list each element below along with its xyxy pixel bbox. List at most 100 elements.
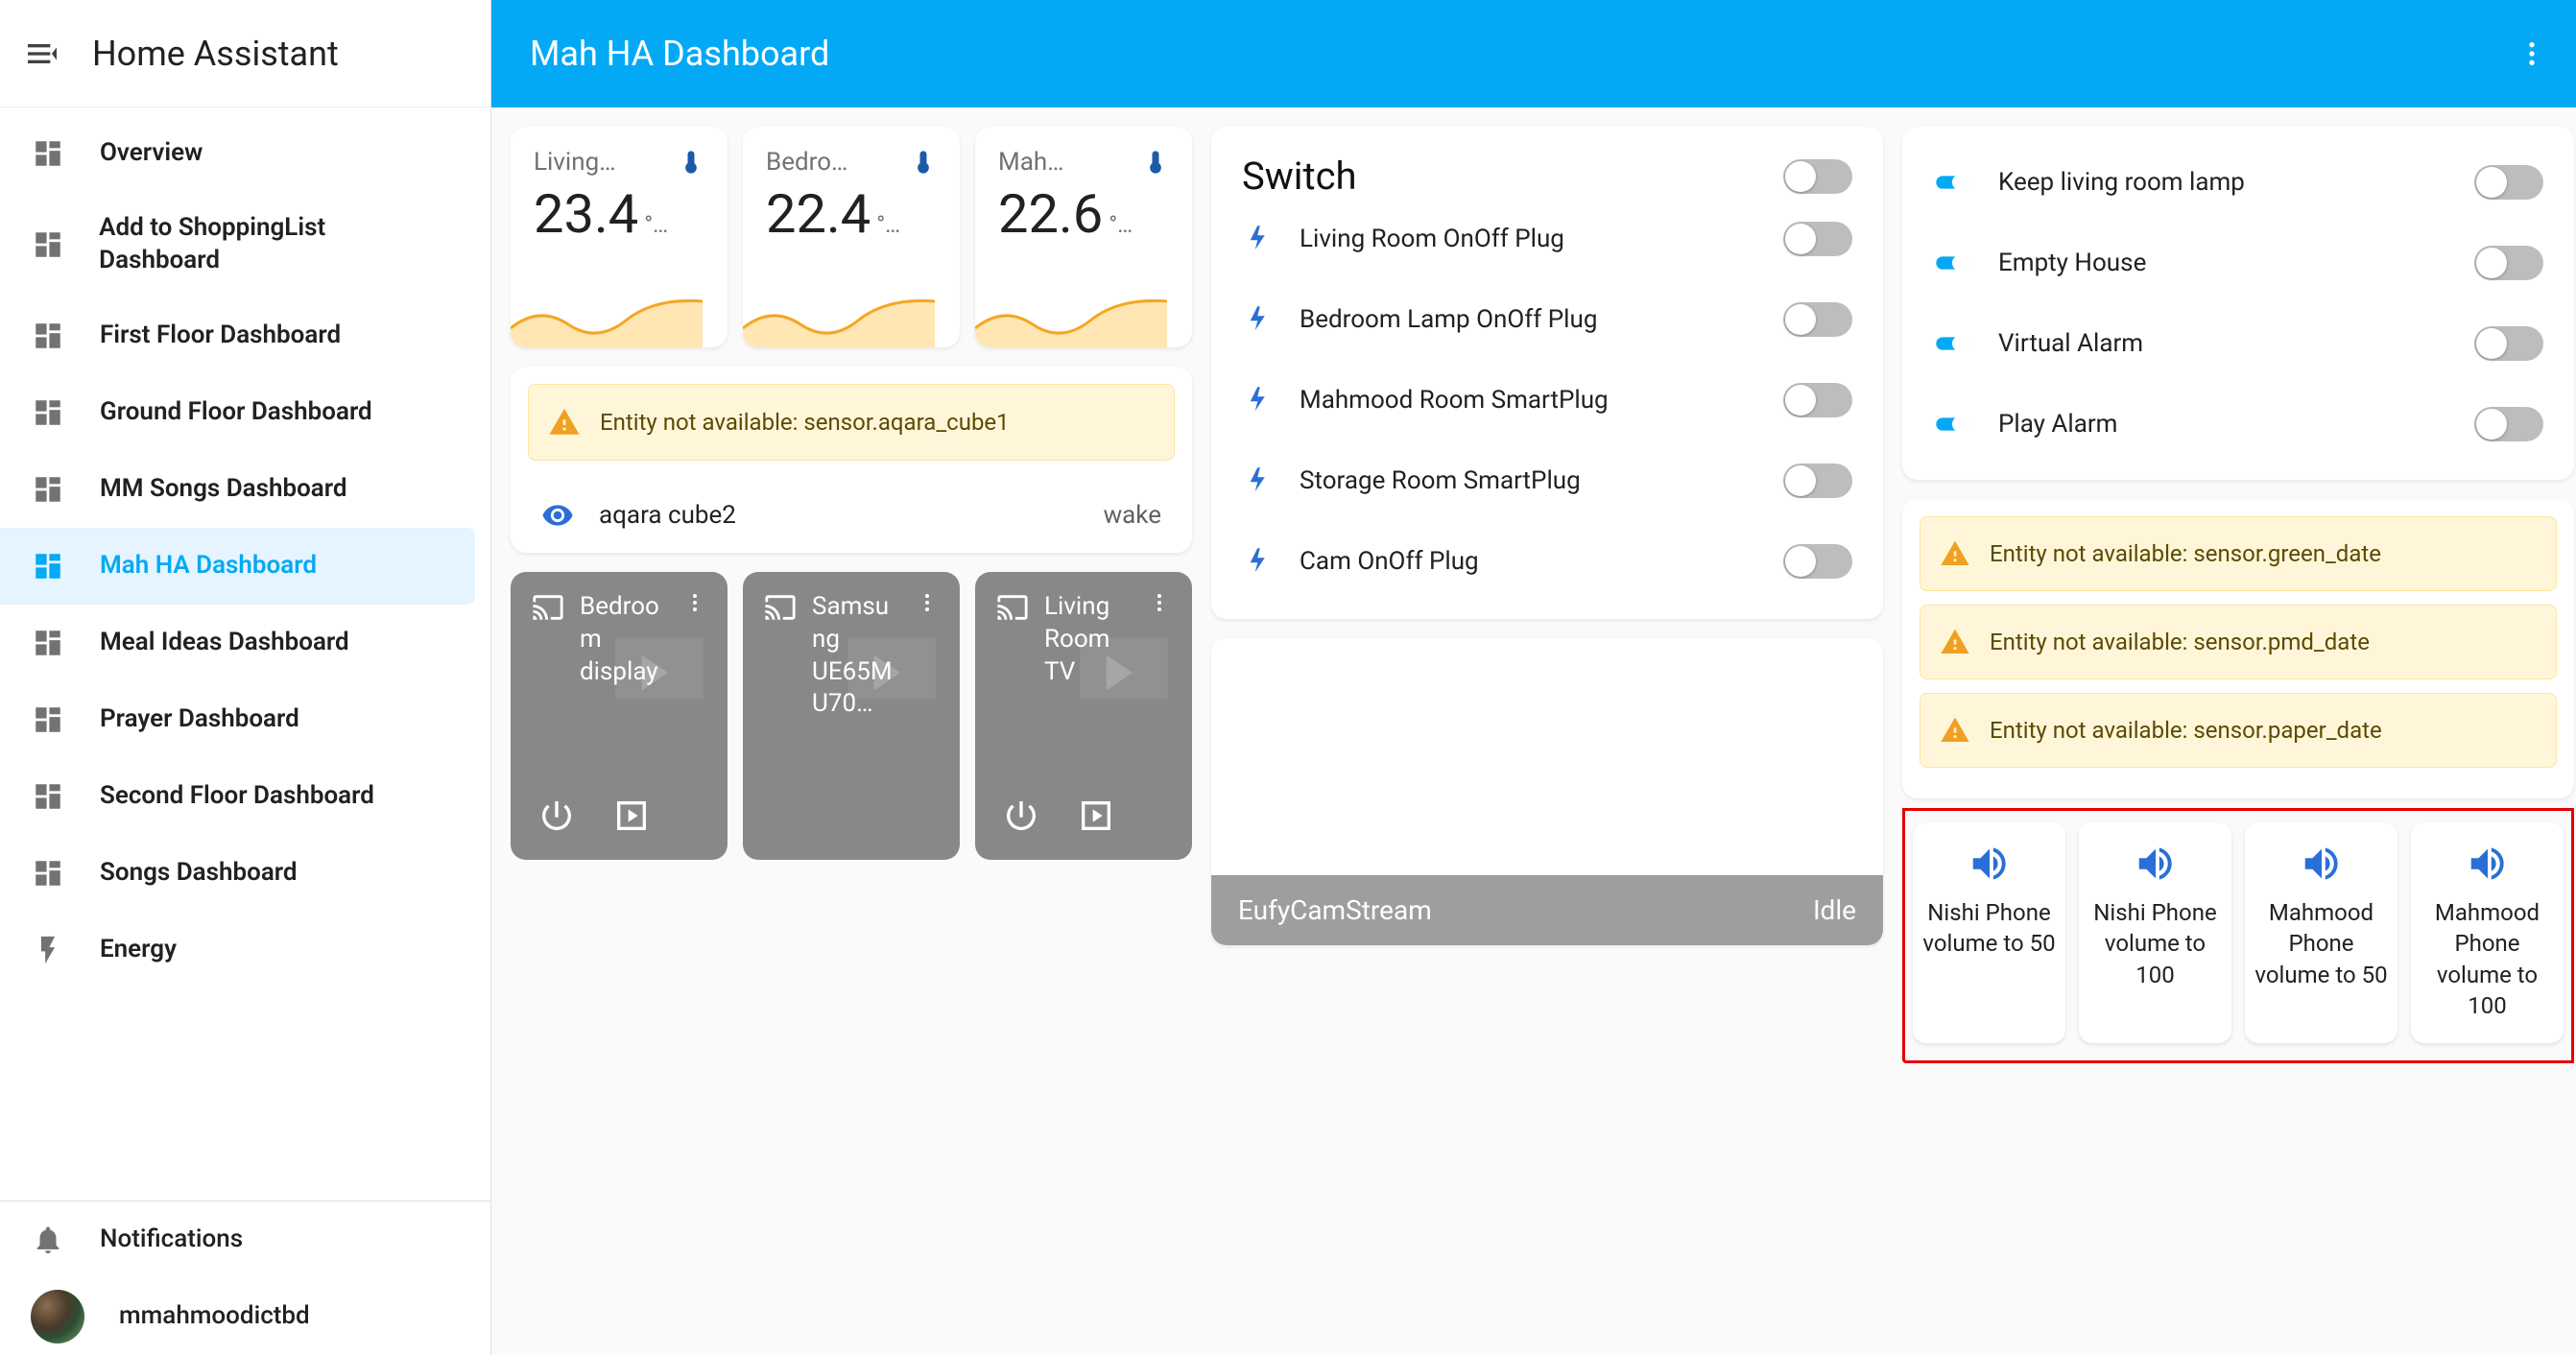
sensor-unit: °… [644,211,668,238]
cast-icon [764,591,797,624]
dashboard-icon [31,549,65,583]
switch-toggle[interactable] [1783,464,1852,498]
sidebar: Home Assistant OverviewAdd to ShoppingLi… [0,0,491,1355]
volume-icon [1922,842,2056,886]
bell-icon [31,1223,65,1257]
dashboard-icon [31,779,65,814]
dashboard-icon [31,319,65,353]
switch-row: Mahmood Room SmartPlug [1242,360,1852,440]
dashboard-icon [31,395,65,430]
toggle-on-icon [1933,405,1971,443]
overflow-menu-button[interactable] [2509,31,2555,77]
sidebar-item-first-floor-dashboard[interactable]: First Floor Dashboard [0,297,475,374]
media-card[interactable]: Samsung UE65MU70… [743,572,960,860]
automation-row: Play Alarm [1927,384,2549,464]
entity-state: wake [1104,501,1161,530]
automation-toggle[interactable] [2474,407,2543,441]
dots-icon[interactable] [1148,591,1171,614]
switch-row: Cam OnOff Plug [1242,521,1852,602]
media-card[interactable]: Bedroom display [511,572,727,860]
switch-row: Storage Room SmartPlug [1242,440,1852,521]
power-button[interactable] [532,791,582,841]
sidebar-notifications[interactable]: Notifications [0,1201,475,1278]
dots-icon[interactable] [683,591,706,614]
topbar: Mah HA Dashboard [491,0,2576,107]
automation-row: Empty House [1927,223,2549,303]
flash-icon [1242,466,1271,495]
sidebar-item-label: Prayer Dashboard [100,703,299,736]
sensor-card[interactable]: Mah…22.6°… [975,127,1192,347]
sidebar-item-label: Overview [100,137,203,170]
sensor-value: 22.6 [998,182,1103,246]
switch-toggle[interactable] [1783,302,1852,337]
switch-card-title: Switch [1242,154,1357,199]
sensor-card[interactable]: Living…23.4°… [511,127,727,347]
volume-button-label: Nishi Phone volume to 100 [2088,897,2222,990]
sidebar-item-mah-ha-dashboard[interactable]: Mah HA Dashboard [0,528,475,605]
volume-button[interactable]: Nishi Phone volume to 50 [1913,822,2065,1043]
sidebar-item-mm-songs-dashboard[interactable]: MM Songs Dashboard [0,451,475,528]
entity-row[interactable]: aqara cube2 wake [511,478,1192,553]
menu-toggle-icon[interactable] [23,35,61,73]
volume-icon [2088,842,2222,886]
play-button[interactable] [607,791,656,841]
switch-label: Mahmood Room SmartPlug [1300,386,1754,415]
switch-group-toggle[interactable] [1783,159,1852,194]
sidebar-item-meal-ideas-dashboard[interactable]: Meal Ideas Dashboard [0,605,475,681]
sidebar-item-songs-dashboard[interactable]: Songs Dashboard [0,835,475,912]
sidebar-item-label: Ground Floor Dashboard [100,396,372,429]
thermometer-icon [910,149,937,176]
sidebar-item-second-floor-dashboard[interactable]: Second Floor Dashboard [0,758,475,835]
automation-card: Keep living room lampEmpty House Virtual … [1902,127,2574,480]
warning-row: Entity not available: sensor.green_date [1920,516,2557,591]
switch-label: Living Room OnOff Plug [1300,225,1754,253]
sidebar-item-prayer-dashboard[interactable]: Prayer Dashboard [0,681,475,758]
sidebar-user[interactable]: mmahmoodictbd [0,1278,475,1355]
switch-card: Switch Living Room OnOff Plug Bedroom Lam… [1211,127,1883,619]
sidebar-item-energy[interactable]: Energy [0,912,475,988]
cast-icon [532,591,564,624]
switch-toggle[interactable] [1783,222,1852,256]
automation-toggle[interactable] [2474,326,2543,361]
automation-row: Keep living room lamp [1927,142,2549,223]
sensor-unit: °… [876,211,900,238]
dashboard-icon [31,136,65,171]
automation-row: Virtual Alarm [1927,303,2549,384]
sensor-name: Mah… [998,148,1133,177]
toggle-on-icon [1933,244,1971,282]
thermometer-icon [1142,149,1169,176]
camera-state: Idle [1813,894,1856,926]
switch-row: Living Room OnOff Plug [1242,199,1852,279]
sidebar-item-add-to-shoppinglist-dashboard[interactable]: Add to ShoppingList Dashboard [0,192,475,297]
play-button[interactable] [1071,791,1121,841]
camera-card[interactable]: EufyCamStream Idle [1211,638,1883,945]
automation-toggle[interactable] [2474,246,2543,280]
volume-button[interactable]: Nishi Phone volume to 100 [2079,822,2231,1043]
switch-toggle[interactable] [1783,383,1852,417]
entity-label: aqara cube2 [599,501,736,530]
dashboard-icon [31,856,65,891]
warning-text: Entity not available: sensor.paper_date [1990,717,2382,744]
sidebar-item-label: Add to ShoppingList Dashboard [99,212,444,277]
automation-toggle[interactable] [2474,165,2543,200]
sidebar-item-label: First Floor Dashboard [100,320,341,352]
flash-icon [1242,386,1271,415]
sensor-card[interactable]: Bedro…22.4°… [743,127,960,347]
media-card[interactable]: Living Room TV [975,572,1192,860]
sensor-value: 22.4 [766,182,871,246]
entity-list-card: Entity not available: sensor.aqara_cube1… [511,367,1192,553]
switch-toggle[interactable] [1783,544,1852,579]
sensor-name: Living… [534,148,668,177]
automation-label: Virtual Alarm [1998,329,2447,358]
power-button[interactable] [996,791,1046,841]
volume-button-label: Mahmood Phone volume to 100 [2421,897,2554,1022]
dots-icon[interactable] [916,591,939,614]
switch-label: Bedroom Lamp OnOff Plug [1300,305,1754,334]
volume-button[interactable]: Mahmood Phone volume to 100 [2411,822,2564,1043]
warning-text: Entity not available: sensor.green_date [1990,540,2381,567]
sidebar-item-ground-floor-dashboard[interactable]: Ground Floor Dashboard [0,374,475,451]
volume-icon [2421,842,2554,886]
sidebar-item-overview[interactable]: Overview [0,115,475,192]
dashboard-icon [31,227,64,262]
volume-button[interactable]: Mahmood Phone volume to 50 [2245,822,2397,1043]
